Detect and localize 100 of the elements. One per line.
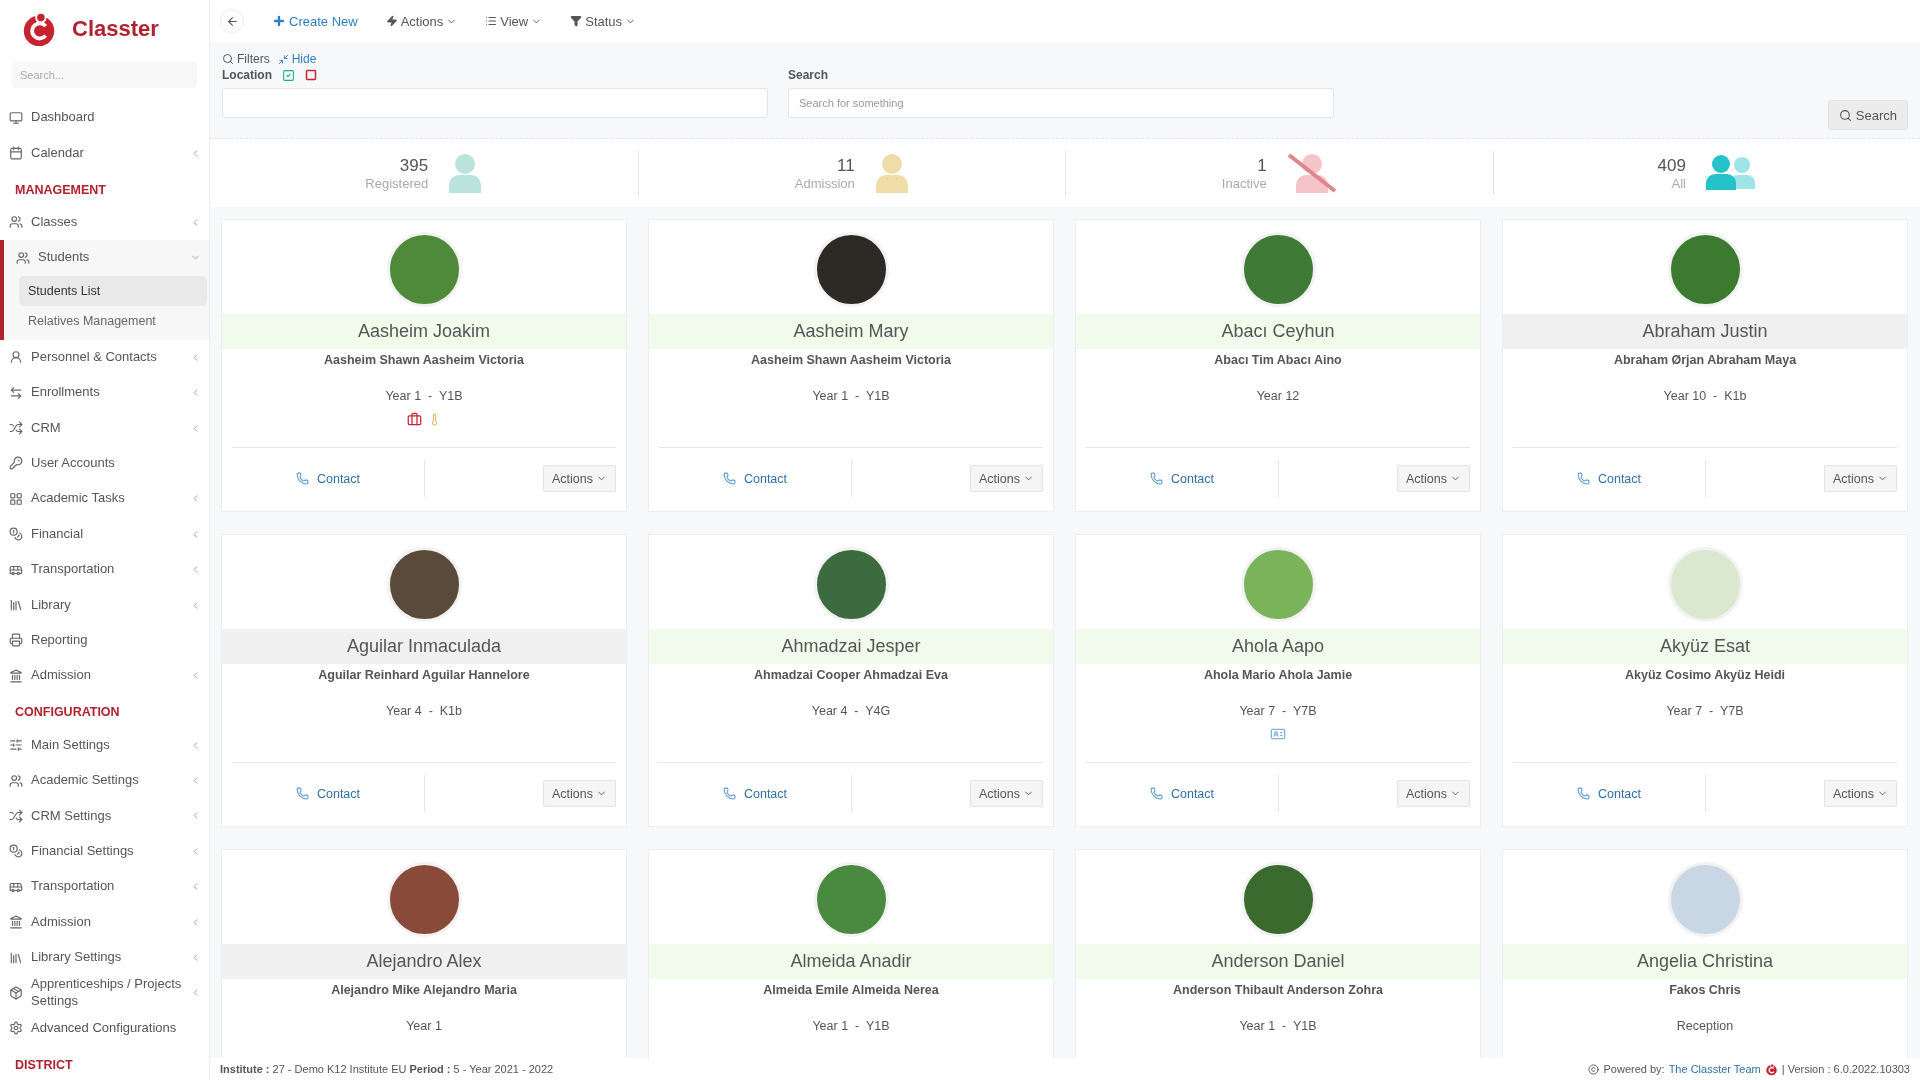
actions-button[interactable]: Actions bbox=[970, 780, 1043, 807]
class-text: Year 12 bbox=[1256, 389, 1300, 403]
actions-button[interactable]: Actions bbox=[1397, 780, 1470, 807]
create-new-button[interactable]: Create New bbox=[272, 13, 358, 29]
phone-icon bbox=[295, 472, 309, 485]
phone-icon bbox=[1576, 787, 1590, 800]
sidebar-item[interactable]: Library Settings bbox=[0, 939, 209, 976]
search-input[interactable]: Search for something bbox=[788, 88, 1334, 118]
printer-icon bbox=[9, 633, 23, 648]
contact-link[interactable]: Contact bbox=[1149, 786, 1215, 801]
stat-value: 11 bbox=[837, 155, 855, 176]
item-label: Admission bbox=[31, 667, 92, 685]
sidebar-item[interactable]: Apprenticeships / Projects Settings bbox=[0, 975, 209, 1011]
sidebar-item[interactable]: Library bbox=[0, 587, 209, 623]
parents-names: Abacı Tim Abacı Aino bbox=[1214, 353, 1342, 367]
coins-icon bbox=[9, 844, 23, 859]
class-text: Reception bbox=[1676, 1019, 1734, 1033]
contact-link[interactable]: Contact bbox=[1576, 786, 1642, 801]
sidebar-item[interactable]: Classes bbox=[0, 204, 209, 241]
sidebar-item[interactable]: Admission bbox=[0, 658, 209, 694]
square-icon[interactable] bbox=[305, 69, 317, 81]
phone-icon bbox=[295, 787, 309, 800]
actions-button[interactable]: Actions bbox=[1824, 780, 1897, 807]
student-name: Akyüz Esat bbox=[1503, 629, 1907, 664]
team-link[interactable]: The Classter Team bbox=[1668, 1063, 1761, 1075]
item-label: Transportation bbox=[31, 561, 116, 579]
sidebar-item[interactable]: Financial Settings bbox=[0, 833, 209, 870]
class-text: Year 7 - Y7B bbox=[1239, 704, 1317, 718]
student-name: Aasheim Mary bbox=[649, 314, 1053, 349]
check-square-icon[interactable] bbox=[282, 68, 295, 82]
search-button[interactable]: Search bbox=[1827, 100, 1908, 130]
class-text: Year 4 - K1b bbox=[386, 704, 462, 718]
item-label: Reporting bbox=[31, 631, 89, 649]
contact-link[interactable]: Contact bbox=[295, 786, 361, 801]
stat-value: 395 bbox=[399, 155, 429, 176]
sidebar-item[interactable]: User Accounts bbox=[0, 445, 209, 482]
list-icon bbox=[485, 15, 498, 27]
sidebar-item[interactable]: Calendar bbox=[0, 135, 209, 171]
item-label: Apprenticeships / Projects Settings bbox=[31, 976, 182, 1010]
sidebar-item[interactable]: Transportation bbox=[0, 869, 209, 905]
arrows-icon bbox=[9, 385, 23, 400]
sidebar-item[interactable]: Advanced Configurations bbox=[0, 1010, 209, 1046]
item-label: Main Settings bbox=[31, 736, 111, 754]
parents-names: Ahola Mario Ahola Jamie bbox=[1203, 668, 1353, 682]
actions-button[interactable]: Actions bbox=[1397, 465, 1470, 492]
sidebar-item[interactable]: Academic Tasks bbox=[0, 481, 209, 517]
hide-link[interactable]: Hide bbox=[277, 52, 317, 66]
submenu-item[interactable]: Relatives Management bbox=[19, 305, 207, 336]
contact-link[interactable]: Contact bbox=[295, 471, 361, 486]
class-text: Year 10 - K1b bbox=[1663, 389, 1747, 403]
actions-button[interactable]: Actions bbox=[543, 780, 616, 807]
key-icon bbox=[9, 456, 23, 471]
item-label: Academic Settings bbox=[31, 772, 140, 789]
books-icon bbox=[9, 950, 23, 965]
location-field[interactable] bbox=[222, 88, 768, 118]
actions-button[interactable]: Actions bbox=[970, 465, 1043, 492]
item-label: Advanced Configurations bbox=[31, 1019, 178, 1037]
people-icon bbox=[16, 250, 30, 265]
sidebar-item[interactable]: Enrollments bbox=[0, 374, 209, 411]
menu-button[interactable]: View bbox=[485, 13, 543, 29]
version-text: | Version : 6.0.2022.10303 bbox=[1781, 1063, 1910, 1075]
contact-link[interactable]: Contact bbox=[722, 471, 788, 486]
box-icon bbox=[9, 985, 23, 1000]
parents-names: Akyüz Cosimo Akyüz Heidi bbox=[1625, 668, 1785, 682]
student-name: Anderson Daniel bbox=[1076, 944, 1480, 979]
actions-button[interactable]: Actions bbox=[543, 465, 616, 492]
sidebar-item[interactable]: CRM bbox=[0, 410, 209, 446]
shuffle-icon bbox=[9, 421, 23, 436]
class-text: Year 1 - Y1B bbox=[1239, 1019, 1317, 1033]
people-icon bbox=[9, 773, 23, 788]
class-text: Year 4 - Y4G bbox=[811, 704, 891, 718]
sidebar-item[interactable]: CRM Settings bbox=[0, 798, 209, 834]
sidebar-item[interactable]: Dashboard bbox=[0, 100, 209, 136]
bank-icon bbox=[9, 915, 23, 930]
actions-button[interactable]: Actions bbox=[1824, 465, 1897, 492]
stat-label: All bbox=[1671, 175, 1686, 191]
sidebar-item[interactable]: Reporting bbox=[0, 622, 209, 659]
contact-link[interactable]: Contact bbox=[1149, 471, 1215, 486]
filter-icon bbox=[570, 15, 583, 27]
contact-link[interactable]: Contact bbox=[722, 786, 788, 801]
submenu-item[interactable]: Students List bbox=[19, 275, 207, 306]
sidebar-item[interactable]: Financial bbox=[0, 516, 209, 552]
item-label: Financial bbox=[31, 525, 85, 543]
sidebar-item[interactable]: Academic Settings bbox=[0, 762, 209, 799]
class-text: Year 1 bbox=[406, 1019, 442, 1033]
item-label: Calendar bbox=[31, 144, 85, 162]
sidebar-item[interactable]: Personnel & Contacts bbox=[0, 339, 209, 375]
menu-button[interactable]: Status bbox=[570, 13, 637, 29]
sidebar-item[interactable]: Main Settings bbox=[0, 727, 209, 763]
compress-icon bbox=[277, 53, 289, 65]
sidebar-item[interactable]: Admission bbox=[0, 904, 209, 940]
parents-names: Aguilar Reinhard Aguilar Hannelore bbox=[318, 668, 530, 682]
search-field[interactable]: Search... bbox=[12, 62, 197, 88]
settings-icon bbox=[9, 1021, 23, 1036]
sidebar-item[interactable]: Students bbox=[0, 240, 209, 276]
stat-value: 409 bbox=[1657, 155, 1686, 176]
back-button[interactable] bbox=[220, 9, 244, 33]
menu-button[interactable]: Actions bbox=[385, 13, 458, 29]
contact-link[interactable]: Contact bbox=[1576, 471, 1642, 486]
sidebar-item[interactable]: Transportation bbox=[0, 551, 209, 588]
